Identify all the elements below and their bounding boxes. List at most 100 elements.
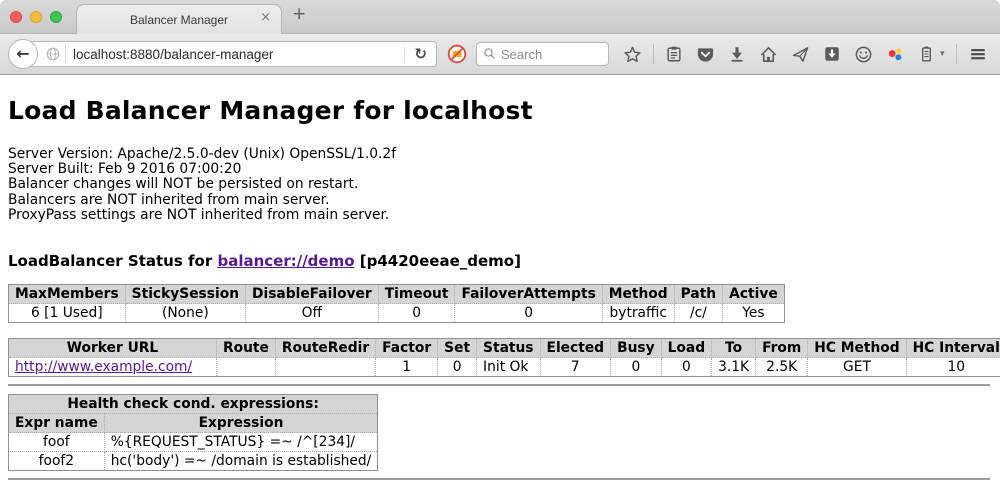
search-placeholder: Search [501,47,542,62]
col-from: From [756,339,808,358]
cell-to: 3.1K [712,358,756,377]
col-set: Set [438,339,477,358]
col-failoverattempts: FailoverAttempts [455,285,602,304]
tab-balancer-manager[interactable]: Balancer Manager × [76,4,282,34]
col-routeredir: RouteRedir [275,339,375,358]
cell-busy: 0 [611,358,662,377]
cell-path: /c/ [674,304,722,323]
download-icon[interactable] [728,45,746,63]
col-load: Load [661,339,711,358]
browser-window: Balancer Manager × + ← localhost:8880/ba… [0,0,1000,491]
server-version-line: Server Version: Apache/2.5.0-dev (Unix) … [8,147,990,162]
col-route: Route [217,339,276,358]
health-table-caption: Health check cond. expressions: [9,395,378,414]
col-timeout: Timeout [378,285,455,304]
cell-routeredir [275,358,375,377]
extension-download-panel-icon[interactable] [823,45,841,63]
table-header-row: Worker URL Route RouteRedir Factor Set S… [9,339,1000,358]
back-button[interactable]: ← [8,39,38,69]
url-bar[interactable]: localhost:8880/balancer-manager ↻ [22,41,437,67]
server-info: Server Version: Apache/2.5.0-dev (Unix) … [8,147,990,223]
section-divider [8,384,990,386]
table-row: http://www.example.com/ 1 0 Init Ok 7 0 … [9,358,1000,377]
col-elected: Elected [540,339,611,358]
server-built-line: Server Built: Feb 9 2016 07:00:20 [8,162,990,177]
toolbar-buttons: ▾ [623,44,1000,64]
cell-stickysession: (None) [125,304,245,323]
cell-worker-url: http://www.example.com/ [9,358,217,377]
cell-factor: 1 [376,358,438,377]
cell-expr-name: foof [9,433,105,452]
table-row: foof2 hc('body') =~ /domain is establish… [9,452,378,471]
cell-route [217,358,276,377]
cell-hc-method: GET [808,358,906,377]
cell-failoverattempts: 0 [455,304,602,323]
reading-list-icon[interactable] [665,45,683,63]
balancer-demo-link[interactable]: balancer://demo [217,252,354,270]
table-row: 6 [1 Used] (None) Off 0 0 bytraffic /c/ … [9,304,785,323]
cell-maxmembers: 6 [1 Used] [9,304,126,323]
tab-title: Balancer Manager [130,13,228,27]
cell-from: 2.5K [756,358,808,377]
cell-expr-name: foof2 [9,452,105,471]
home-icon[interactable] [759,45,778,64]
menu-hamburger-icon[interactable] [968,45,988,63]
search-bar[interactable]: Search [476,42,609,66]
pocket-icon[interactable] [696,45,715,64]
bookmark-star-icon[interactable] [623,45,642,64]
col-expr-name: Expr name [9,414,105,433]
minimize-window-button[interactable] [30,11,42,23]
col-hc-method: HC Method [808,339,906,358]
overflow-caret-icon[interactable]: ▾ [940,49,945,59]
table-row: foof %{REQUEST_STATUS} =~ /^[234]/ [9,433,378,452]
col-disablefailover: DisableFailover [246,285,379,304]
globe-icon [45,46,61,62]
plugin-blocked-icon[interactable] [447,44,467,64]
new-tab-button[interactable]: + [292,6,306,23]
worker-url-link[interactable]: http://www.example.com/ [15,359,192,375]
cell-timeout: 0 [378,304,455,323]
col-busy: Busy [611,339,662,358]
toolbar-separator [653,44,654,64]
col-worker-url: Worker URL [9,339,217,358]
col-stickysession: StickySession [125,285,245,304]
page-title: Load Balancer Manager for localhost [8,96,990,125]
cell-load: 0 [661,358,711,377]
tab-close-icon[interactable]: × [260,11,271,24]
search-icon [483,45,496,64]
bottom-divider [8,478,990,480]
heading-suffix: [p4420eeae_demo] [355,252,521,270]
reload-button[interactable]: ↻ [404,47,436,62]
cell-active: Yes [723,304,785,323]
downloadhelper-dots-icon[interactable] [886,45,905,64]
cell-expression: hc('body') =~ /domain is established/ [104,452,378,471]
worker-status-table: Worker URL Route RouteRedir Factor Set S… [8,338,1000,377]
col-factor: Factor [376,339,438,358]
col-maxmembers: MaxMembers [9,285,126,304]
tab-bar: Balancer Manager × + [0,0,1000,33]
table-header-row: Expr name Expression [9,414,378,433]
cell-status: Init Ok [477,358,540,377]
smiley-icon[interactable] [854,45,873,64]
heading-prefix: LoadBalancer Status for [8,252,217,270]
table-caption-row: Health check cond. expressions: [9,395,378,414]
page-content: Load Balancer Manager for localhost Serv… [0,75,1000,491]
cell-hc-interval: 10 [906,358,1000,377]
cell-elected: 7 [540,358,611,377]
navigation-toolbar: ← localhost:8880/balancer-manager ↻ Sear… [0,33,1000,75]
back-arrow-icon: ← [16,46,29,62]
balancer-status-heading: LoadBalancer Status for balancer://demo … [8,252,990,270]
send-plane-icon[interactable] [791,45,810,64]
zoom-window-button[interactable] [50,11,62,23]
close-window-button[interactable] [10,11,22,23]
toolbar-separator [956,44,957,64]
col-active: Active [723,285,785,304]
url-text[interactable]: localhost:8880/balancer-manager [73,47,404,62]
col-to: To [712,339,756,358]
url-divider [65,45,66,63]
battery-extension-icon[interactable] [918,45,935,63]
balancers-note-line: Balancers are NOT inherited from main se… [8,193,990,208]
health-check-table: Health check cond. expressions: Expr nam… [8,394,378,471]
col-expression: Expression [104,414,378,433]
cell-method: bytraffic [602,304,674,323]
